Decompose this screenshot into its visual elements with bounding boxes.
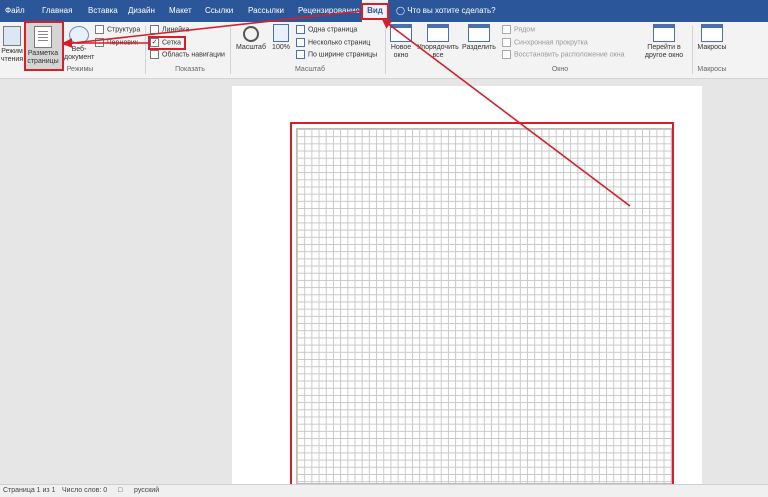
arrow-to-print-layout bbox=[62, 10, 362, 48]
annotation-arrows bbox=[62, 10, 631, 207]
status-bar: Страница 1 из 1 Число слов: 0 □ русский bbox=[0, 484, 768, 497]
arrow-to-view-tab bbox=[381, 19, 631, 207]
word-count[interactable]: Число слов: 0 bbox=[62, 486, 107, 496]
proofing-icon[interactable]: □ bbox=[118, 486, 122, 496]
page-count[interactable]: Страница 1 из 1 bbox=[3, 486, 55, 496]
language[interactable]: русский bbox=[134, 486, 159, 496]
